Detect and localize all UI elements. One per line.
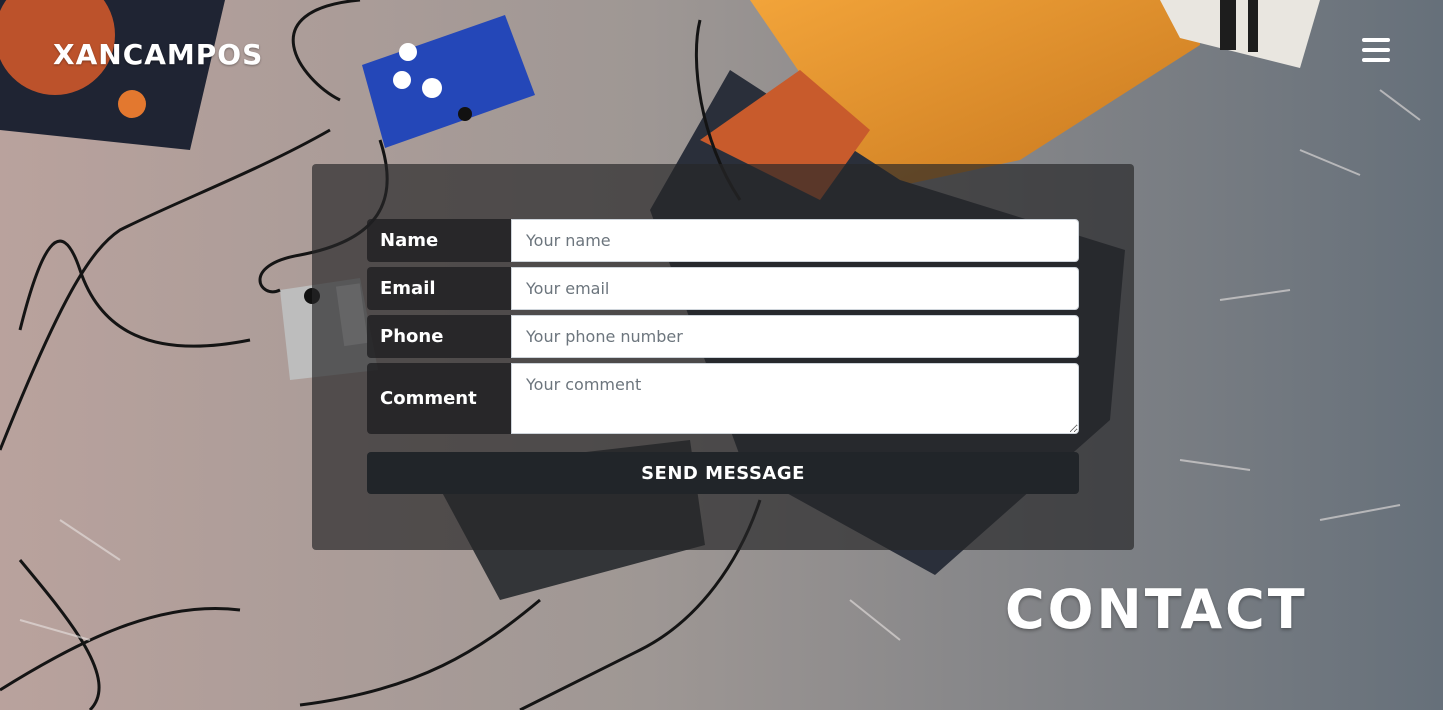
phone-label: Phone bbox=[367, 315, 511, 358]
page-title: CONTACT bbox=[1005, 578, 1308, 641]
name-field[interactable] bbox=[511, 219, 1079, 262]
phone-field[interactable] bbox=[511, 315, 1079, 358]
comment-label: Comment bbox=[367, 363, 511, 434]
contact-page: XANCAMPOS Name Email Phone Comment SEND … bbox=[0, 0, 1443, 710]
email-label: Email bbox=[367, 267, 511, 310]
name-label: Name bbox=[367, 219, 511, 262]
phone-row: Phone bbox=[367, 315, 1079, 358]
send-message-button[interactable]: SEND MESSAGE bbox=[367, 452, 1079, 494]
comment-row: Comment bbox=[367, 363, 1079, 434]
email-field[interactable] bbox=[511, 267, 1079, 310]
comment-field[interactable] bbox=[511, 363, 1079, 434]
contact-form: Name Email Phone Comment SEND MESSAGE bbox=[312, 164, 1134, 550]
email-row: Email bbox=[367, 267, 1079, 310]
hamburger-menu-icon[interactable] bbox=[1362, 38, 1392, 66]
name-row: Name bbox=[367, 219, 1079, 262]
brand-logo[interactable]: XANCAMPOS bbox=[53, 38, 263, 71]
